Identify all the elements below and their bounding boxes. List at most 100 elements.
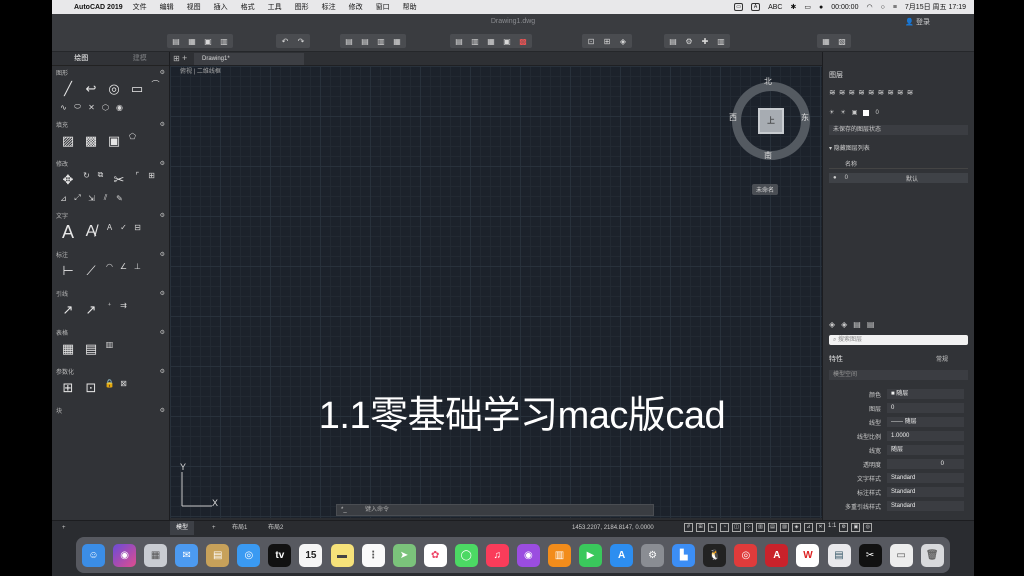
print-icon[interactable]: ▤: [342, 35, 356, 47]
match-icon[interactable]: ▥: [468, 35, 482, 47]
snap-toggle-icon[interactable]: ⊞: [696, 523, 705, 532]
find-text-icon[interactable]: A: [104, 222, 115, 232]
rectangle-icon[interactable]: ▭: [127, 79, 147, 99]
redo-icon[interactable]: ↷: [294, 35, 308, 47]
palette-a-icon[interactable]: ▦: [819, 35, 833, 47]
menu-insert[interactable]: 插入: [214, 2, 228, 12]
prop-linetype[interactable]: 线型 —— 随层: [823, 416, 974, 428]
section-modify-title[interactable]: 修改: [56, 159, 68, 168]
prop-layer[interactable]: 图层 0: [823, 402, 974, 414]
app-store-icon[interactable]: A: [610, 543, 634, 567]
scale-value[interactable]: 1:1: [828, 523, 836, 532]
text-edit-icon[interactable]: ⊟: [132, 222, 143, 232]
array-icon[interactable]: ⊞: [146, 170, 157, 180]
otrack-toggle-icon[interactable]: ⊹: [744, 523, 753, 532]
alert-icon[interactable]: ▩: [516, 35, 530, 47]
hide-layer-list-toggle[interactable]: ▾ 隐藏图层列表: [829, 143, 968, 152]
leader-align-icon[interactable]: ⇉: [118, 300, 129, 310]
tool-a-icon[interactable]: ▤: [666, 35, 680, 47]
viewport-controls[interactable]: 俯视 | 二维线框: [170, 66, 822, 78]
multileader-icon[interactable]: ↗: [81, 300, 101, 320]
annoscale-icon[interactable]: ✕: [816, 523, 825, 532]
wps-icon[interactable]: W: [796, 543, 820, 567]
undo-icon[interactable]: ↶: [278, 35, 292, 47]
gear-icon[interactable]: ⚙: [160, 368, 165, 375]
orbit-icon[interactable]: ◈: [616, 35, 630, 47]
maps-icon[interactable]: ➤: [392, 543, 416, 567]
gear-icon[interactable]: ⚙: [160, 290, 165, 297]
rotate-icon[interactable]: ↻: [81, 170, 92, 180]
reminders-icon[interactable]: ⋮: [361, 543, 385, 567]
hatch-icon[interactable]: ▨: [58, 131, 78, 151]
siri-icon[interactable]: ◉: [113, 543, 137, 567]
music-icon[interactable]: ♫: [485, 543, 509, 567]
prop-transparency[interactable]: 透明度 0: [823, 458, 974, 470]
zoom-icon[interactable]: ⊡: [584, 35, 598, 47]
ortho-toggle-icon[interactable]: ⊾: [708, 523, 717, 532]
gear-icon[interactable]: ⚙: [160, 121, 165, 128]
search-layers-input[interactable]: ⌕ 搜索图层: [829, 335, 968, 345]
scale-icon[interactable]: ⤢: [72, 193, 83, 203]
leader-add-icon[interactable]: ⁺: [104, 300, 115, 310]
current-layer-row[interactable]: ☀ ☀ ▣ 0: [829, 109, 968, 116]
compass-east[interactable]: 东: [801, 112, 809, 123]
offset-icon[interactable]: ⫽: [100, 193, 111, 203]
folder-icon[interactable]: ▭: [889, 543, 913, 567]
photos-icon[interactable]: ✿: [423, 543, 447, 567]
compass-south[interactable]: 南: [764, 150, 772, 161]
screen-icon[interactable]: ▭: [734, 3, 744, 11]
input-source-label[interactable]: ABC: [768, 4, 782, 11]
export-icon[interactable]: ▦: [390, 35, 404, 47]
command-input[interactable]: 键入命令: [365, 507, 389, 513]
menu-dimension[interactable]: 标注: [322, 2, 336, 12]
tab-layout1[interactable]: 布局1: [226, 521, 253, 535]
notes-icon[interactable]: ▬: [330, 543, 354, 567]
menu-draw[interactable]: 图形: [295, 2, 309, 12]
search-icon[interactable]: ○: [881, 4, 885, 11]
notes-book-icon[interactable]: ▤: [206, 543, 230, 567]
text-style-icon[interactable]: A̸: [81, 222, 101, 242]
section-table-title[interactable]: 表格: [56, 328, 68, 337]
table-icon[interactable]: ▦: [58, 339, 78, 359]
layer-footer-icons[interactable]: ◈◈▤▤: [829, 320, 968, 329]
safari-icon[interactable]: ◎: [237, 543, 261, 567]
menu-file[interactable]: 文件: [133, 2, 147, 12]
datetime[interactable]: 7月15日 周五 17:19: [905, 2, 966, 12]
baseline-dim-icon[interactable]: ⊥: [132, 261, 143, 271]
properties-tab[interactable]: 常规: [829, 354, 968, 363]
stretch-icon[interactable]: ⇲: [86, 193, 97, 203]
tab-draw[interactable]: 绘图: [52, 52, 111, 65]
section-parametric-title[interactable]: 参数化: [56, 367, 74, 376]
gear-icon[interactable]: ⚙: [160, 160, 165, 167]
layer-icon[interactable]: ▦: [484, 35, 498, 47]
name-column[interactable]: 名称: [845, 162, 857, 168]
polygon-icon[interactable]: ⬡: [100, 102, 111, 112]
mtext-icon[interactable]: A: [58, 222, 78, 242]
model-space-dropdown[interactable]: 模型空间: [829, 370, 968, 380]
annotation-icon[interactable]: ⊿: [804, 523, 813, 532]
param-icon[interactable]: ⊠: [118, 378, 129, 388]
section-block-title[interactable]: 块: [56, 406, 62, 415]
open-file-icon[interactable]: ▦: [185, 35, 199, 47]
calendar-icon[interactable]: 15: [299, 543, 323, 567]
tool-d-icon[interactable]: ▥: [714, 35, 728, 47]
compass-west[interactable]: 西: [729, 112, 737, 123]
gear-icon[interactable]: ⚙: [160, 69, 165, 76]
prop-linetype-scale[interactable]: 线型比例 1.0000: [823, 430, 974, 442]
workspace-icon[interactable]: ⚙: [839, 523, 849, 532]
hardware-icon[interactable]: ▣: [851, 523, 861, 532]
prop-mleader-style[interactable]: 多重引线样式 Standard: [823, 500, 974, 512]
table-link-icon[interactable]: ▥: [104, 339, 115, 349]
xline-icon[interactable]: ✕: [86, 102, 97, 112]
trim-icon[interactable]: ✂: [109, 170, 129, 190]
constraint-icon[interactable]: ⊞: [58, 378, 78, 398]
line-icon[interactable]: ╱: [58, 79, 78, 99]
dim-constraint-icon[interactable]: ⊡: [81, 378, 101, 398]
lock-icon[interactable]: ▣: [852, 109, 858, 116]
prop-dim-style[interactable]: 标注样式 Standard: [823, 486, 974, 498]
messages-icon[interactable]: ◯: [454, 543, 478, 567]
qq-icon[interactable]: 🐧: [703, 543, 727, 567]
tab-layout2[interactable]: 布局2: [262, 521, 289, 535]
keynote-icon[interactable]: ▙: [672, 543, 696, 567]
pan-icon[interactable]: ⊞: [600, 35, 614, 47]
